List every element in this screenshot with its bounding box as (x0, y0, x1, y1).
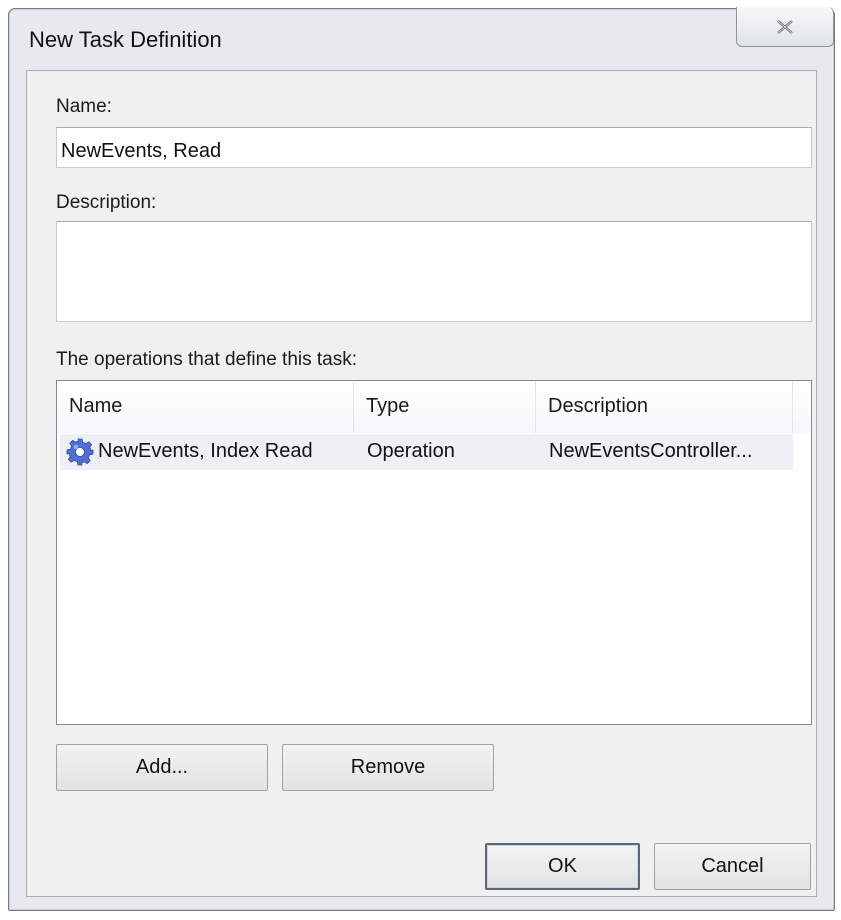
name-label: Name: (56, 96, 112, 117)
dialog-content: Name: Description: The operations that d… (26, 70, 817, 897)
close-icon (777, 19, 793, 34)
title-bar: New Task Definition (9, 7, 834, 71)
operations-list[interactable]: Name Type Description NewEvents, Index R… (56, 380, 812, 725)
description-label: Description: (56, 192, 157, 213)
operations-label: The operations that define this task: (56, 349, 358, 370)
gear-icon (66, 438, 94, 466)
table-row[interactable]: NewEvents, Index Read Operation NewEvent… (60, 434, 793, 470)
close-button[interactable] (736, 7, 834, 47)
operations-list-header: Name Type Description (57, 381, 811, 433)
name-input[interactable] (56, 127, 812, 168)
row-name: NewEvents, Index Read (98, 440, 313, 462)
add-button[interactable]: Add... (56, 744, 268, 791)
description-input[interactable] (56, 221, 812, 322)
row-description: NewEventsController... (549, 440, 753, 462)
row-type: Operation (367, 440, 455, 462)
column-header-name[interactable]: Name (57, 381, 354, 433)
column-header-description[interactable]: Description (536, 381, 793, 433)
remove-button[interactable]: Remove (282, 744, 494, 791)
column-header-type[interactable]: Type (354, 381, 536, 433)
dialog-title: New Task Definition (29, 27, 222, 52)
cancel-button[interactable]: Cancel (654, 843, 811, 890)
new-task-definition-dialog: New Task Definition Name: Description: T… (8, 7, 835, 911)
ok-button[interactable]: OK (485, 843, 640, 890)
